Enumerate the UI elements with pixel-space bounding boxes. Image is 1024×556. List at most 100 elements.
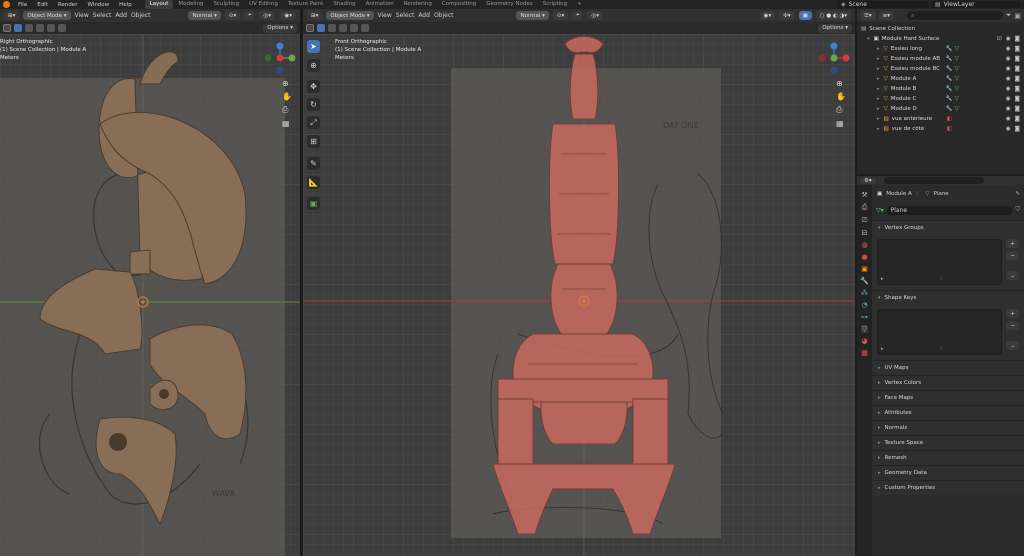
x-axis-icon-2[interactable] <box>842 54 850 62</box>
constraint-icon[interactable]: 🔧 <box>946 66 953 72</box>
particles-tab-icon[interactable]: ⁂ <box>861 289 868 297</box>
constraint-icon[interactable]: 🔧 <box>946 46 953 52</box>
add-item-button[interactable]: + <box>1006 239 1019 248</box>
output-tab-icon[interactable]: ⎚ <box>862 216 868 225</box>
mode-dropdown[interactable]: Object Mode ▾ <box>23 11 71 20</box>
visibility-icon[interactable]: ◉▾ <box>280 11 296 20</box>
proportional-icon[interactable]: ◎▾ <box>259 11 275 20</box>
outliner-editor-type-icon[interactable]: ☰▾ <box>860 11 876 20</box>
mesh-data-icon[interactable]: ▽ <box>955 86 959 92</box>
measure-tool-icon[interactable]: 📐 <box>307 176 320 189</box>
right-viewport[interactable]: DAY ONE Front Orthographic (1) Scene Col… <box>303 34 855 556</box>
outliner-row-item[interactable]: ▸ ▨ vue de côté ◧ ◉ ◙ <box>861 124 1024 134</box>
pivot-icon[interactable]: ⊙▾ <box>224 11 241 20</box>
camera-icon[interactable]: ⎙ <box>282 105 292 115</box>
panel-header[interactable]: ▸ Remesh <box>872 450 1024 465</box>
filter-icon[interactable]: ⏷ <box>1006 11 1012 20</box>
expand-icon[interactable]: ▾ <box>867 36 870 42</box>
tool-tab-icon[interactable]: ⚒ <box>861 191 867 199</box>
expand-icon[interactable]: ▸ <box>877 66 880 72</box>
pan-hand-icon[interactable]: ✋ <box>282 92 292 101</box>
visibility-icon-2[interactable]: ◉▾ <box>759 11 776 20</box>
gizmo-toggle-icon[interactable]: ✣▾ <box>779 11 795 20</box>
grid-icon[interactable]: ▦ <box>282 119 292 128</box>
expand-icon[interactable]: ▸ <box>877 96 880 102</box>
camera-render-icon[interactable]: ◙ <box>1015 126 1020 132</box>
specials-menu-button[interactable]: ⌄ <box>1006 341 1019 350</box>
select-box-icon-2[interactable] <box>306 24 314 32</box>
menu-window[interactable]: Window <box>82 2 114 8</box>
ui-list[interactable]: ▸ ⁝⁝ <box>877 309 1003 355</box>
tab-scripting[interactable]: Scripting <box>538 0 572 9</box>
material-tab-icon[interactable]: ◕ <box>861 337 867 345</box>
mode-extend-icon-2[interactable] <box>328 24 336 32</box>
camera-render-icon[interactable]: ◙ <box>1015 66 1020 72</box>
add-cube-tool-icon[interactable]: ▣ <box>307 197 320 210</box>
view-layer-tab-icon[interactable]: ⊟ <box>862 229 868 237</box>
z-axis-icon[interactable] <box>276 42 284 50</box>
panel-header[interactable]: ▸ Vertex Colors <box>872 375 1024 390</box>
cursor-tool-icon[interactable]: ⊕ <box>307 59 320 72</box>
options-dropdown[interactable]: Options ▾ <box>263 23 297 33</box>
panel-header[interactable]: ▸ Custom Properties <box>872 480 1024 495</box>
tab-geometry-nodes[interactable]: Geometry Nodes <box>481 0 537 9</box>
tab-animation[interactable]: Animation <box>361 0 399 9</box>
mode-dropdown-2[interactable]: Object Mode ▾ <box>326 11 374 20</box>
camera-render-icon[interactable]: ◙ <box>1015 106 1020 112</box>
select-tool-icon[interactable]: ➤ <box>307 40 320 53</box>
mode-intersect-icon-2[interactable] <box>361 24 369 32</box>
modifier-icon[interactable]: 🔧 <box>946 76 953 82</box>
zoom-icon-2[interactable]: ⊕ <box>836 79 846 88</box>
mesh-data-icon[interactable]: ▽ <box>955 96 959 102</box>
image-data-icon[interactable]: ◧ <box>947 116 952 122</box>
menu-add-2[interactable]: Add <box>418 12 430 19</box>
menu-render[interactable]: Render <box>53 2 83 8</box>
transform-tool-icon[interactable]: ⊞ <box>307 135 320 148</box>
eye-icon[interactable]: ◉ <box>1006 116 1011 122</box>
physics-tab-icon[interactable]: ◔ <box>861 301 867 309</box>
scene-selector[interactable]: ◈ Scene <box>838 1 928 8</box>
options-dropdown-2[interactable]: Options ▾ <box>818 23 852 33</box>
snap-icon-2[interactable]: ⌖ <box>572 11 584 20</box>
mode-invert-icon[interactable] <box>47 24 55 32</box>
menu-view-2[interactable]: View <box>378 12 392 19</box>
pan-hand-icon-2[interactable]: ✋ <box>836 92 846 101</box>
pivot-icon-2[interactable]: ⊙▾ <box>552 11 569 20</box>
camera-render-icon[interactable]: ◙ <box>1015 76 1020 82</box>
expand-icon[interactable]: ▸ <box>877 116 880 122</box>
panel-header[interactable]: ▸ Normals <box>872 420 1024 435</box>
outliner-row-item[interactable]: ▸ ▽ Module D 🔧 ▽ ◉ ◙ <box>861 104 1024 114</box>
tab-modeling[interactable]: Modeling <box>173 0 208 9</box>
eye-icon[interactable]: ◉ <box>1006 126 1011 132</box>
menu-select-2[interactable]: Select <box>396 12 415 19</box>
move-tool-icon[interactable]: ✥ <box>307 80 320 93</box>
neg-z-axis-icon[interactable] <box>276 66 284 74</box>
camera-icon-2[interactable]: ⎙ <box>836 105 846 115</box>
annotate-tool-icon[interactable]: ✎ <box>307 157 320 170</box>
expand-icon[interactable]: ▸ <box>877 86 880 92</box>
zoom-icon[interactable]: ⊕ <box>282 79 292 88</box>
menu-edit[interactable]: Edit <box>32 2 53 8</box>
mode-subtract-icon-2[interactable] <box>339 24 347 32</box>
z-axis-icon-2[interactable] <box>830 42 838 50</box>
editor-type-button[interactable]: ⊞▾ <box>4 11 20 20</box>
panel-header[interactable]: ▸ Face Maps <box>872 390 1024 405</box>
outliner-row-item[interactable]: ▸ ▽ Essieu long 🔧 ▽ ◉ ◙ <box>861 44 1024 54</box>
constraint-icon[interactable]: 🔧 <box>946 56 953 62</box>
expand-icon[interactable]: ▸ <box>877 106 880 112</box>
add-workspace-button[interactable]: + <box>572 0 587 9</box>
expand-icon[interactable]: ▸ <box>877 126 880 132</box>
transform-orientation-dropdown[interactable]: Normal ▾ <box>188 11 221 20</box>
menu-file[interactable]: File <box>13 2 32 8</box>
modifier-icon[interactable]: 🔧 <box>946 106 953 112</box>
modifier-icon[interactable]: 🔧 <box>946 86 953 92</box>
navigation-gizmo[interactable] <box>264 42 296 74</box>
navigation-gizmo-2[interactable] <box>818 42 850 74</box>
expand-icon[interactable]: ▸ <box>877 76 880 82</box>
mesh-data-icon[interactable]: ▽ <box>955 66 959 72</box>
neg-z-axis-icon-2[interactable] <box>830 66 838 74</box>
tab-shading[interactable]: Shading <box>328 0 360 9</box>
mesh-name-field[interactable]: Plane <box>886 205 1013 215</box>
mode-new-icon-2[interactable] <box>317 24 325 32</box>
rotate-tool-icon[interactable]: ↻ <box>307 98 320 111</box>
